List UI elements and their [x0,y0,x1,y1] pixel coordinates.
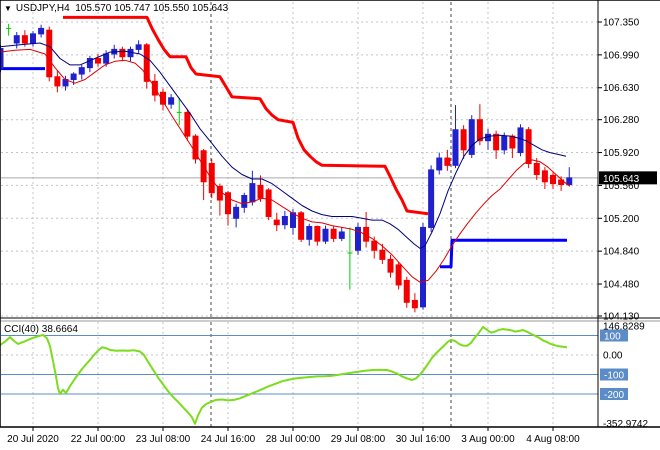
time-axis-label: 29 Jul 08:00 [331,434,386,445]
cci-min-label: -352.9742 [603,419,648,430]
price-axis-label: 105.920 [603,148,640,159]
cci-max-label: 146.8289 [603,321,645,332]
bear-candle-body [371,240,378,251]
bull-candle-body [428,169,435,228]
bear-candle-body [476,119,483,142]
bull-candle-body [436,157,443,171]
current-price-tag-label: 105.643 [603,174,640,185]
bull-candle-body [420,226,426,308]
time-axis-label: 3 Aug 00:00 [461,434,515,445]
price-axis-label: 107.350 [603,18,640,29]
bear-candle-body [444,157,451,166]
bull-candle-body [338,231,345,239]
cci-level-label: -100 [604,371,624,382]
time-axis-label: 4 Aug 08:00 [526,434,580,445]
price-chart-canvas[interactable]: 107.350 106.990 106.630 106.280 105.920 105.5… [0,0,660,450]
bear-candle-body [509,135,516,149]
bull-candle-body [281,215,288,226]
price-axis-label: 104.480 [603,280,640,291]
bull-candle-body [135,44,142,50]
bear-candle-body [21,35,28,44]
bear-candle-body [119,48,126,58]
time-axis-label: 22 Jul 00:00 [71,434,126,445]
price-axis-label: 106.280 [603,115,640,126]
bear-candle-body [208,163,215,194]
chart-window: 107.350 106.990 106.630 106.280 105.920 105.5… [0,0,660,450]
cci-zero-label: 0.00 [603,351,623,362]
cci-level-label: 100 [604,332,621,343]
bull-candle-body [38,27,45,35]
bull-candle-body [306,226,313,240]
bull-candle-body [241,194,248,208]
time-axis-label: 24 Jul 16:00 [201,434,256,445]
bear-candle-body [184,111,191,137]
bull-candle-body [70,73,77,81]
price-axis-label: 106.630 [603,83,640,94]
bear-candle-body [525,129,532,165]
bull-candle-body [13,35,20,44]
bear-candle-body [550,174,556,185]
bull-candle-body [468,119,475,155]
bull-candle-body [452,129,459,166]
bear-candle-body [330,228,337,239]
time-axis-label: 20 Jul 2020 [7,434,59,445]
time-axis-label: 30 Jul 16:00 [396,434,451,445]
bear-candle-body [541,170,548,183]
bull-candle-body [517,127,524,154]
bear-candle-body [460,129,467,151]
bear-candle-body [379,249,386,260]
bear-candle-body [403,279,410,303]
bear-candle-body [95,58,101,64]
bull-candle-body [290,212,296,228]
bear-candle-body [395,264,402,286]
bear-candle-body [533,163,540,175]
bear-candle-body [265,189,272,217]
indicator-label: CCI(40) 38.6664 [4,324,78,335]
symbol-period-label: USDJPY,H4 [15,3,70,14]
time-axis-label: 28 Jul 00:00 [266,434,321,445]
bull-candle-body [249,183,256,203]
bull-candle-body [233,206,240,219]
bear-candle-body [273,219,280,226]
time-axis-label: 23 Jul 08:00 [136,434,191,445]
chart-title: ▼ USDJPY,H4 105.570 105.747 105.550 105.6… [4,3,228,14]
bull-candle-body [322,228,329,242]
bull-candle-body [501,135,508,151]
bear-candle-body [314,226,321,242]
price-axis-label: 106.990 [603,50,640,61]
bull-candle-body [168,97,175,105]
bear-candle-body [46,29,53,78]
bull-candle-body [78,67,85,75]
bear-candle-body [411,299,418,309]
symbol-dropdown-icon[interactable]: ▼ [4,4,12,13]
bull-candle-body [30,33,36,44]
bear-candle-body [387,258,394,273]
bear-candle-body [493,133,500,151]
price-axis-label: 104.840 [603,247,640,258]
ohlc-readout: 105.570 105.747 105.550 105.643 [75,3,229,14]
bear-candle-body [54,76,61,87]
bull-candle-body [566,177,573,186]
bear-candle-body [257,184,264,199]
cci-level-label: -200 [604,390,624,401]
price-axis-label: 105.200 [603,214,640,225]
bull-candle-body [103,53,110,64]
